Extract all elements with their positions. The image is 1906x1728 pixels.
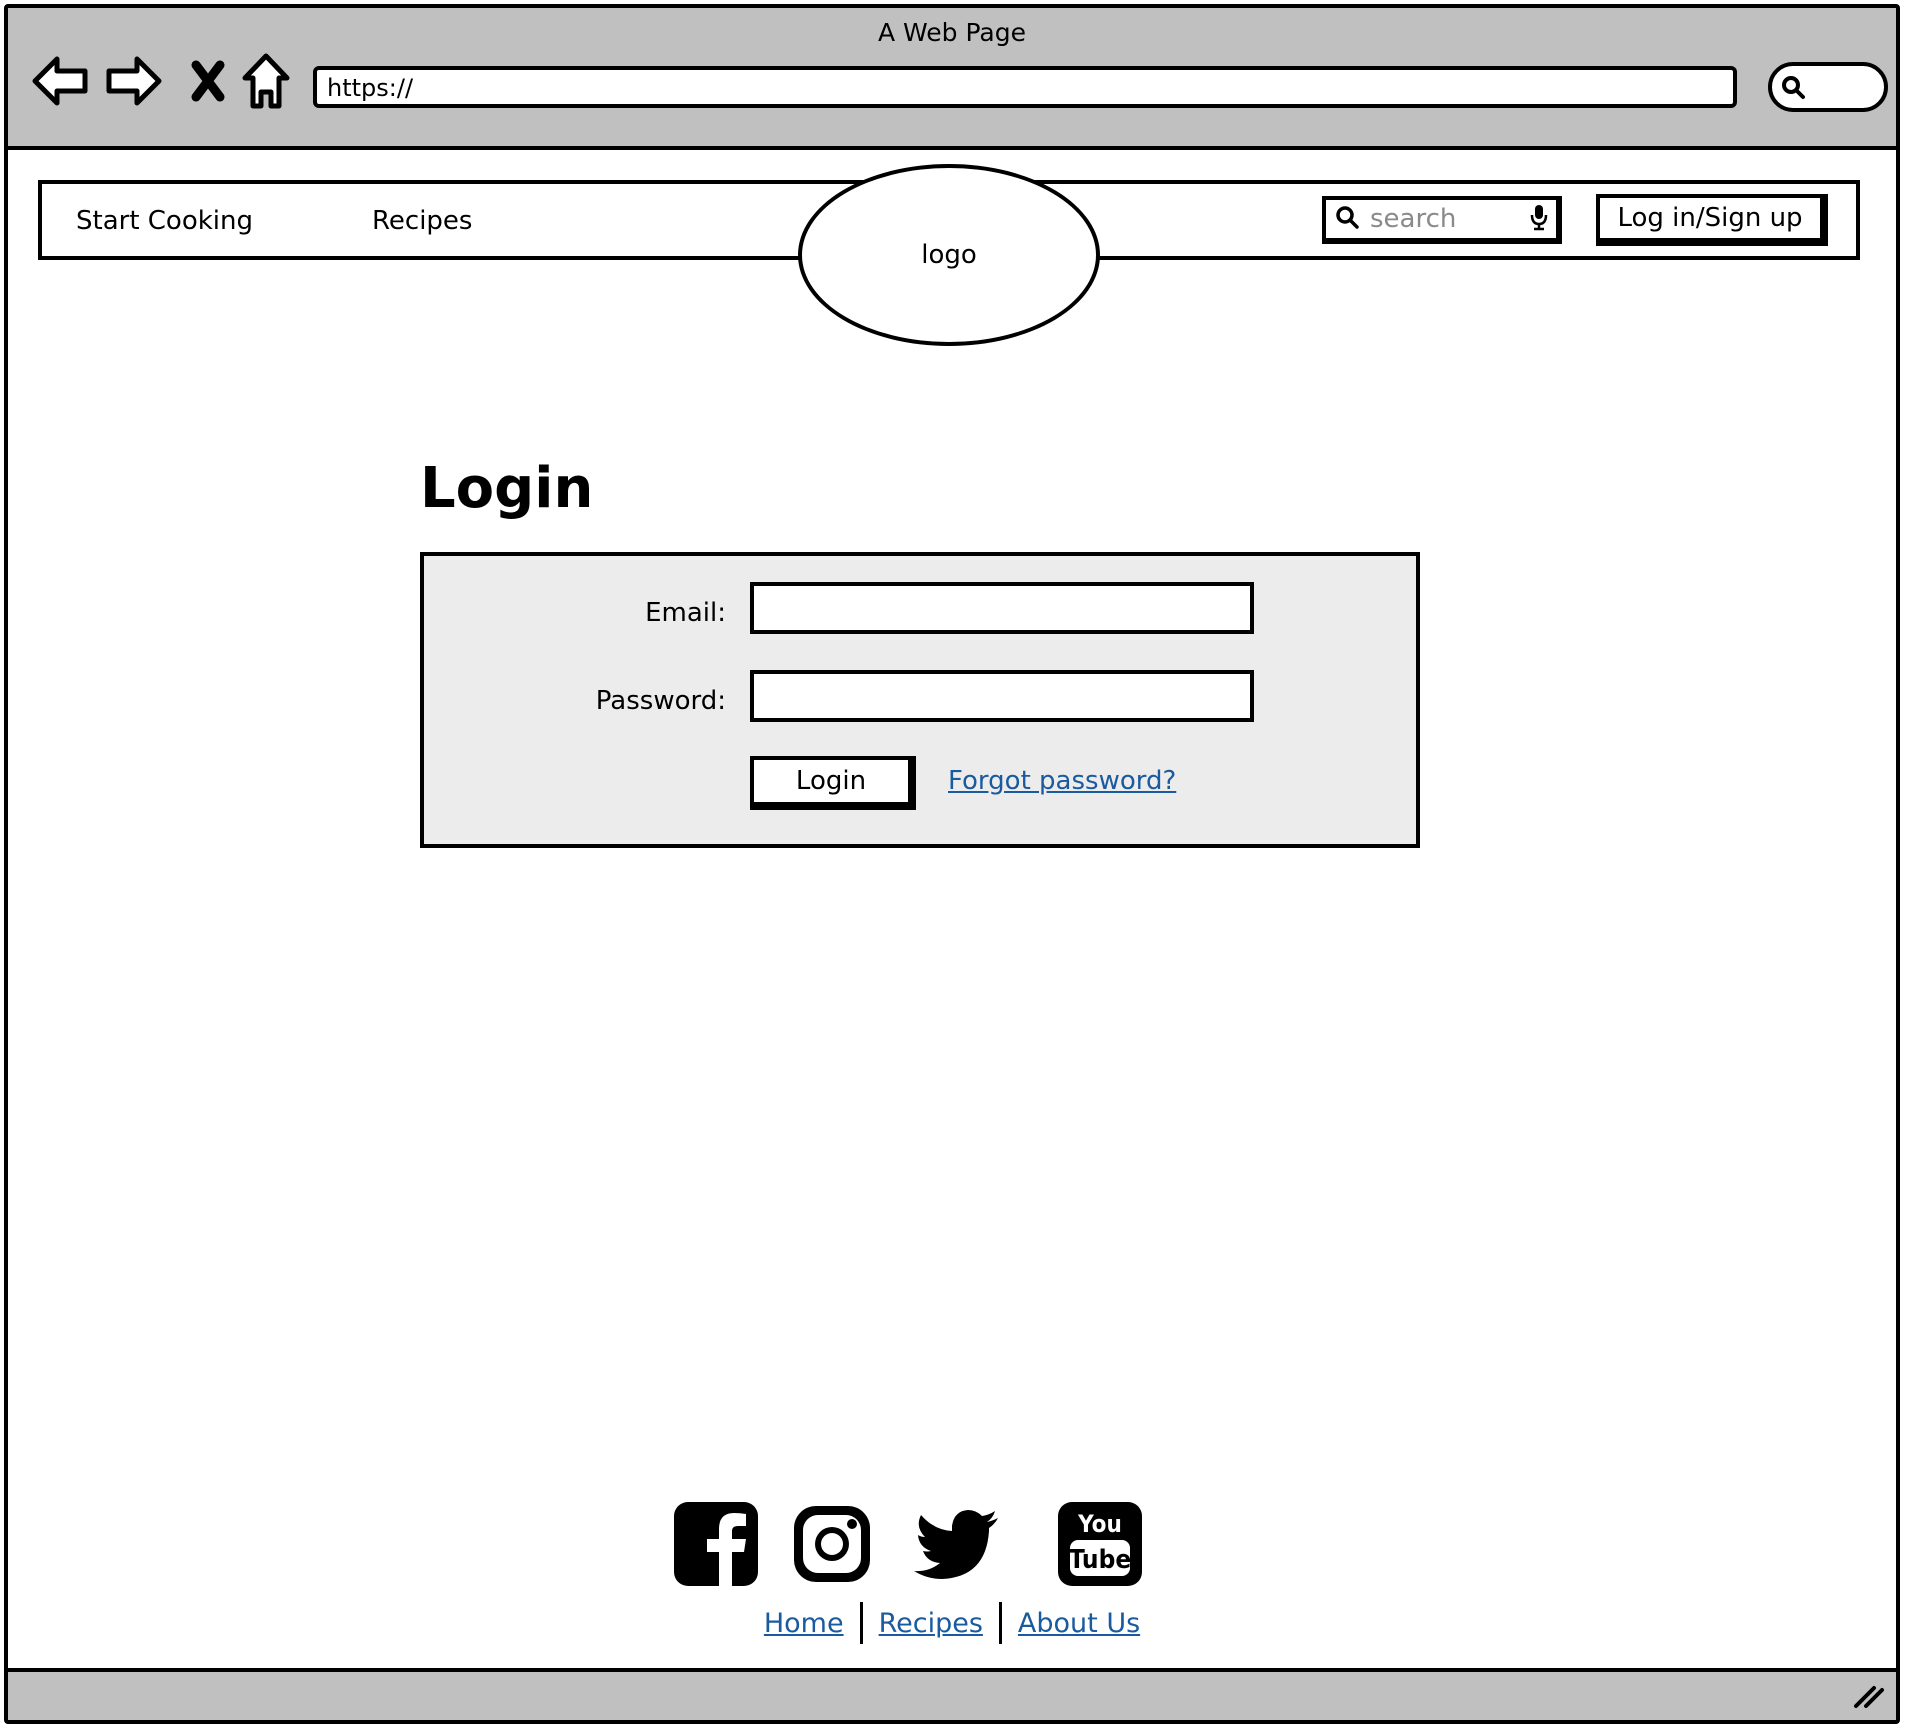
youtube-tube-text: Tube [1069,1545,1131,1575]
forgot-password-link[interactable]: Forgot password? [948,766,1176,796]
password-field[interactable] [750,670,1254,722]
twitter-icon[interactable] [912,1502,998,1586]
back-icon[interactable] [30,50,90,112]
password-label: Password: [595,686,726,716]
microphone-icon[interactable] [1530,203,1548,235]
resize-grip-icon[interactable] [1852,1680,1886,1714]
stop-icon[interactable] [178,50,238,112]
logo-label: logo [921,240,977,270]
instagram-icon[interactable] [790,1502,874,1586]
login-signup-button[interactable]: Log in/Sign up [1596,194,1828,246]
page-title: Login [420,456,594,521]
url-bar[interactable]: https:// [313,66,1737,108]
nav-link-recipes[interactable]: Recipes [372,206,472,236]
browser-statusbar [8,1668,1896,1720]
login-form: Email: Password: Login Forgot password? [420,552,1420,848]
site-logo[interactable]: logo [798,164,1100,346]
home-icon[interactable] [236,50,296,112]
facebook-icon[interactable] [674,1502,758,1586]
browser-window: A Web Page https:// Start Cooking Recipe… [4,4,1900,1724]
email-label: Email: [645,598,726,628]
login-submit-button[interactable]: Login [750,756,916,810]
youtube-icon[interactable]: You Tube [1058,1502,1142,1586]
footer-link-recipes[interactable]: Recipes [863,1608,999,1639]
browser-toolbar: A Web Page https:// [8,8,1896,150]
search-icon [1780,74,1806,104]
email-field[interactable] [750,582,1254,634]
forward-icon[interactable] [104,50,164,112]
footer-link-home[interactable]: Home [748,1608,860,1639]
site-search-input[interactable] [1368,203,1528,235]
footer-nav: Home Recipes About Us [8,1602,1896,1644]
youtube-you-text: You [1077,1510,1122,1538]
nav-link-start-cooking[interactable]: Start Cooking [76,206,253,236]
search-icon [1334,204,1360,234]
browser-search-box[interactable] [1768,62,1888,112]
footer-link-about-us[interactable]: About Us [1002,1608,1156,1639]
site-search-box[interactable] [1322,196,1562,244]
window-title: A Web Page [877,18,1027,47]
